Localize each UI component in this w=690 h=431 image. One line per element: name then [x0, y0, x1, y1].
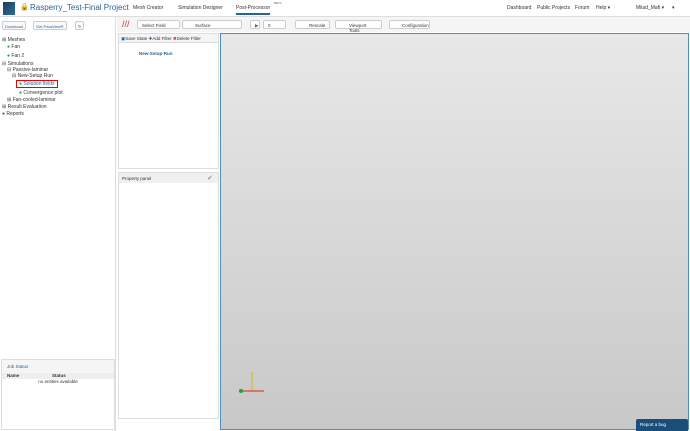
frame-input[interactable]: 0 [263, 20, 286, 29]
rescale-button[interactable]: Rescale [295, 20, 330, 29]
label: Solution fields [23, 81, 55, 87]
tree-fan[interactable]: ● Fan [7, 44, 20, 50]
nav-help[interactable]: Help ▾ [596, 5, 610, 11]
delete-filter-button[interactable]: ✖Delete Filter [173, 36, 201, 41]
viewport-tools-button[interactable]: Viewport Tools [335, 20, 382, 33]
tree-result-evaluation[interactable]: ⊞ Result Evaluation [2, 104, 47, 110]
check-icon: ● [7, 53, 11, 59]
download-button[interactable]: Download [2, 21, 26, 30]
3d-viewport[interactable] [220, 33, 689, 430]
label: Result Evaluation [7, 104, 47, 110]
representation-dropdown[interactable]: Surface [182, 20, 242, 29]
tab-post-processor[interactable]: Post-Processor [236, 5, 271, 15]
save-state-button[interactable]: ▣Save State [121, 36, 147, 41]
job-status-title: Job Status [2, 360, 114, 373]
play-icon[interactable]: ▶ [250, 20, 260, 29]
label: Fan [11, 44, 21, 50]
label: Fan-cooled-laminar [12, 97, 56, 103]
job-table-header: Name Status [2, 373, 114, 379]
label: New-Setup Run [17, 73, 53, 79]
lock-icon: 🔒 [20, 4, 29, 11]
check-icon: ● [19, 81, 23, 87]
post-toolbar: /// Select Field Surface ▶ 0 Rescale Vie… [117, 17, 690, 33]
get-paraview-button[interactable]: Get ParaView® [33, 21, 67, 30]
configuration-button[interactable]: Configuration [389, 20, 430, 29]
label: Add Filter [152, 36, 172, 41]
beta-badge: BETA [274, 1, 282, 5]
axes-icon [239, 372, 264, 393]
report-bug-button[interactable]: Report a bug [636, 419, 688, 431]
job-status-panel: Job Status Name Status no entities avail… [1, 359, 115, 430]
tree-reports[interactable]: ● Reports [2, 111, 24, 117]
add-filter-button[interactable]: ✚Add Filter [149, 36, 172, 41]
app-logo[interactable] [3, 2, 15, 15]
tree-convergence-plot[interactable]: ● Convergence plot [19, 90, 63, 96]
select-field-dropdown[interactable]: Select Field [137, 20, 180, 29]
nav-extra[interactable]: ▾ [672, 5, 675, 11]
col-status[interactable]: Status [52, 373, 66, 378]
tree-solution-fields[interactable]: ● Solution fields [16, 80, 58, 88]
nav-user[interactable]: Milad_Mafi ▾ [636, 5, 664, 11]
project-title: Rasperry_Test-Final Project [30, 3, 129, 12]
label: Save State [125, 36, 148, 41]
reports-icon: ● [2, 111, 6, 117]
tree-meshes[interactable]: ⊞ Meshes [2, 37, 25, 43]
property-panel-title: Property panel [119, 173, 218, 183]
nav-forum[interactable]: Forum [575, 5, 589, 11]
apply-check-icon[interactable]: ✔ [207, 174, 213, 182]
tree-fan-2[interactable]: ● Fan 2 [7, 53, 24, 59]
tree-fan-cooled-laminar[interactable]: ⊞ Fan-cooled-laminar [7, 97, 56, 103]
check-icon: ● [7, 44, 11, 50]
top-bar: 🔒 Rasperry_Test-Final Project Mesh Creat… [0, 0, 690, 17]
pipeline-item[interactable]: New-Setup-Run [139, 51, 173, 56]
pipeline-panel: ▣Save State ✚Add Filter ✖Delete Filter N… [118, 33, 219, 169]
tab-mesh-creator[interactable]: Mesh Creator [133, 5, 163, 11]
label: Report a bug [640, 422, 667, 427]
label: Convergence plot [23, 90, 63, 96]
nav-dashboard[interactable]: Dashboard [507, 5, 531, 11]
empty-message: no entities available [38, 379, 78, 384]
label: Meshes [7, 37, 26, 43]
label: Fan 2 [11, 53, 25, 59]
label: Reports [6, 111, 24, 117]
col-name[interactable]: Name [7, 373, 19, 378]
nav-public-projects[interactable]: Public Projects [537, 5, 570, 11]
check-icon: ● [19, 90, 23, 96]
tree-new-setup-run[interactable]: ⊟ New-Setup Run [12, 73, 53, 79]
tab-simulation-designer[interactable]: Simulation Designer [178, 5, 223, 11]
label: Delete Filter [176, 36, 201, 41]
paraview-icon: /// [122, 19, 130, 29]
refresh-button[interactable]: ↻ [75, 21, 85, 30]
property-panel: Property panel ✔ [118, 172, 219, 419]
